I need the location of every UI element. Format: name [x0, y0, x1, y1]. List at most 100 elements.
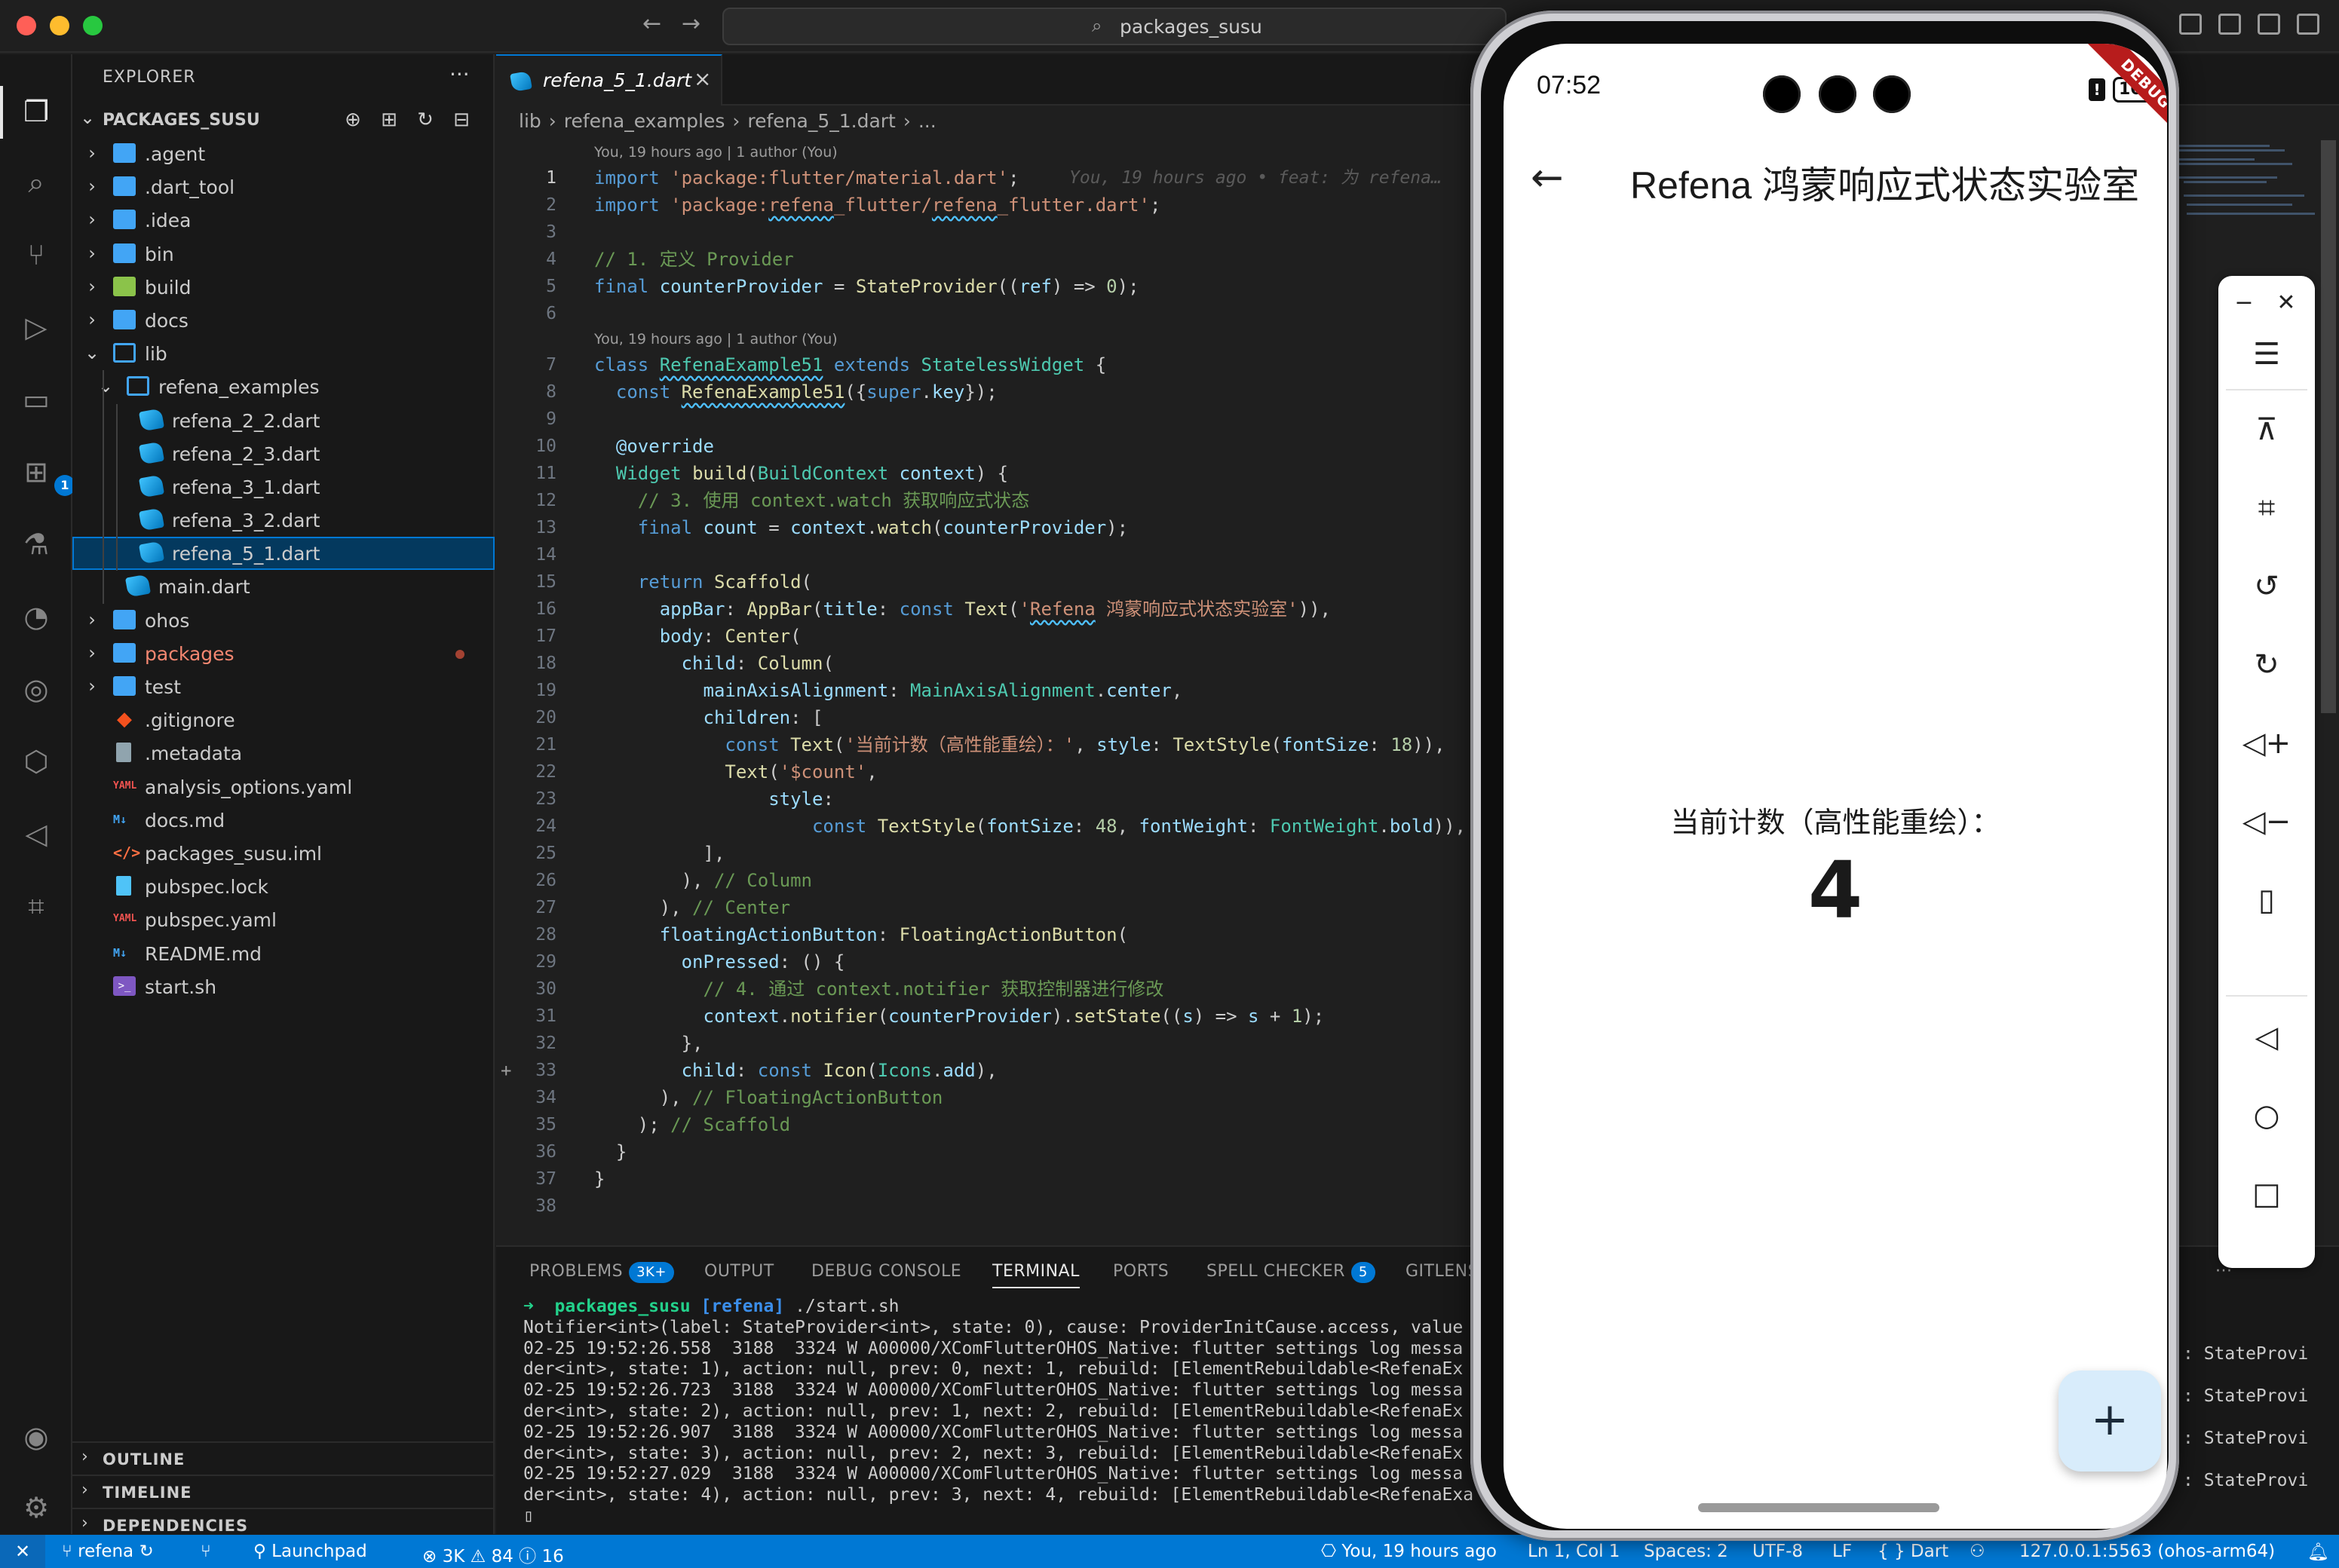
tree-item[interactable]: › build — [72, 271, 495, 304]
panel-tab-problems[interactable]: PROBLEMS 3K+ — [529, 1262, 674, 1283]
tree-item[interactable]: › .dart_tool — [72, 170, 495, 204]
rotate-right-icon[interactable]: ↻ — [2241, 639, 2292, 691]
command-center-search[interactable]: ⌕ packages_susu — [722, 8, 1507, 45]
copilot-icon[interactable]: ⚇ — [1970, 1542, 1985, 1561]
window-maximize-button[interactable] — [83, 16, 103, 35]
panel-tab-spell-checker[interactable]: SPELL CHECKER 5 — [1206, 1262, 1375, 1283]
account-icon[interactable]: ◉ — [18, 1419, 54, 1455]
volume-up-icon[interactable]: ◁+ — [2241, 718, 2292, 769]
tree-item[interactable]: pubspec.lock — [72, 870, 495, 903]
tree-item[interactable]: M↓ README.md — [72, 937, 495, 970]
recents-nav-icon[interactable]: □ — [2241, 1168, 2292, 1220]
remote-indicator[interactable]: ✕ — [0, 1535, 45, 1568]
device-selector[interactable]: 127.0.0.1:5563 (ohos-arm64) — [2019, 1542, 2275, 1561]
cursor-position[interactable]: Ln 1, Col 1 — [1528, 1542, 1620, 1561]
gutter-add-icon[interactable]: + — [501, 1057, 511, 1084]
nav-forward-button[interactable]: → — [682, 11, 700, 37]
home-indicator[interactable] — [1698, 1503, 1939, 1512]
workspace-root[interactable]: ⌄ PACKAGES_SUSU ⊕ ⊞ ↻ ⊟ — [72, 104, 495, 137]
launchpad-status[interactable]: ⚲ Launchpad — [253, 1542, 367, 1561]
tree-item[interactable]: main.dart — [72, 570, 495, 603]
testing-flask-icon[interactable]: ⚗ — [18, 526, 54, 562]
crop-icon[interactable]: ⌗ — [2241, 482, 2292, 534]
panel-tab-debug-console[interactable]: DEBUG CONSOLE — [811, 1262, 961, 1281]
window-minimize-button[interactable] — [50, 16, 69, 35]
blame-status[interactable]: ⎔ You, 19 hours ago — [1321, 1542, 1497, 1561]
menu-icon[interactable]: ☰ — [2241, 329, 2292, 380]
back-nav-icon[interactable]: ◁ — [2241, 1012, 2292, 1063]
tree-item[interactable]: › docs — [72, 304, 495, 337]
run-debug-icon[interactable]: ▷ — [18, 309, 54, 345]
close-icon[interactable]: × — [694, 66, 711, 91]
rotate-left-icon[interactable]: ↺ — [2241, 561, 2292, 612]
phone-screen[interactable]: 07:52 ! 100 DEBUG ← Refena 鸿蒙响应式状态实验室 当前… — [1504, 44, 2167, 1529]
end-of-line[interactable]: LF — [1832, 1542, 1852, 1561]
language-mode[interactable]: { } Dart — [1878, 1542, 1948, 1561]
close-icon[interactable]: ✕ — [2264, 277, 2309, 329]
gitlens-inspect-icon[interactable]: ◎ — [18, 671, 54, 707]
tree-item[interactable]: YAML pubspec.yaml — [72, 903, 495, 936]
tree-item[interactable]: .metadata — [72, 737, 495, 770]
source-control-icon[interactable]: ⑂ — [18, 237, 54, 273]
codelens-blame[interactable]: You, 19 hours ago | 1 author (You) — [496, 140, 1499, 164]
containers-icon[interactable]: ⬡ — [18, 743, 54, 779]
breadcrumb-item[interactable]: refena_5_1.dart — [747, 110, 895, 132]
explorer-files-icon[interactable]: ❐ — [18, 93, 54, 130]
gitlens-status-icon[interactable]: ⑂ — [201, 1542, 211, 1561]
outline-section[interactable]: › OUTLINE — [72, 1441, 495, 1475]
panel-tab-ports[interactable]: PORTS — [1113, 1262, 1169, 1281]
customize-layout-icon[interactable] — [2179, 14, 2202, 35]
tree-item[interactable]: refena_2_2.dart — [72, 404, 495, 437]
add-fab-button[interactable]: + — [2059, 1370, 2161, 1472]
tree-item[interactable]: › .idea — [72, 204, 495, 237]
tree-item[interactable]: </> packages_susu.iml — [72, 837, 495, 870]
toggle-secondary-sidebar-icon[interactable] — [2297, 14, 2319, 35]
tab-refena-5-1[interactable]: refena_5_1.dart × — [496, 54, 722, 106]
volume-down-icon[interactable]: ◁− — [2241, 796, 2292, 847]
notifications-bell-icon[interactable]: 🔔︎ — [2307, 1542, 2329, 1562]
toggle-panel-icon[interactable] — [2258, 14, 2280, 35]
pin-off-icon[interactable]: ⊼ — [2241, 404, 2292, 455]
gitlens-icon[interactable]: ◔ — [18, 599, 54, 635]
refresh-icon[interactable]: ↻ — [415, 109, 436, 130]
back-arrow-icon[interactable]: ← — [1531, 155, 1564, 201]
breadcrumb-item[interactable]: lib — [519, 110, 541, 132]
tree-item[interactable]: YAML analysis_options.yaml — [72, 770, 495, 804]
indentation[interactable]: Spaces: 2 — [1644, 1542, 1728, 1561]
tree-item[interactable]: M↓ docs.md — [72, 804, 495, 837]
encoding[interactable]: UTF-8 — [1752, 1542, 1803, 1561]
breadcrumb-item[interactable]: refena_examples — [564, 110, 725, 132]
panel-tab-output[interactable]: OUTPUT — [704, 1262, 774, 1281]
flutter-icon[interactable]: ◁ — [18, 816, 54, 852]
collapse-all-icon[interactable]: ⊟ — [451, 109, 472, 130]
breadcrumb-item[interactable]: ... — [918, 110, 937, 132]
tree-item[interactable]: › packages — [72, 637, 495, 670]
panel-tab-terminal[interactable]: TERMINAL — [992, 1262, 1080, 1288]
tree-item[interactable]: › test — [72, 670, 495, 703]
remote-explorer-icon[interactable]: ▭ — [18, 381, 54, 418]
nav-back-button[interactable]: ← — [642, 11, 661, 37]
scan-icon[interactable]: ⌗ — [18, 888, 54, 924]
tree-item[interactable]: ⌄ refena_examples — [72, 370, 495, 403]
timeline-section[interactable]: › TIMELINE — [72, 1475, 495, 1508]
settings-gear-icon[interactable]: ⚙ — [18, 1490, 54, 1526]
window-close-button[interactable] — [17, 16, 36, 35]
new-folder-icon[interactable]: ⊞ — [379, 109, 400, 130]
tree-item[interactable]: >_ start.sh — [72, 970, 495, 1003]
toggle-sidebar-icon[interactable] — [2218, 14, 2241, 35]
explorer-more-button[interactable]: ··· — [449, 62, 470, 87]
minimap[interactable] — [2179, 140, 2330, 231]
codelens-blame[interactable]: You, 19 hours ago | 1 author (You) — [496, 327, 1499, 351]
problems-status[interactable]: ⊗ 3K ⚠ 84 ⓘ 16 — [422, 1542, 564, 1567]
search-icon[interactable]: ⌕ — [18, 164, 54, 201]
tree-item[interactable]: › bin — [72, 237, 495, 271]
tree-item[interactable]: › .agent — [72, 137, 495, 170]
tree-item[interactable]: refena_5_1.dart — [72, 537, 495, 571]
home-nav-icon[interactable]: ○ — [2241, 1090, 2292, 1141]
tree-item[interactable]: ◆ .gitignore — [72, 703, 495, 737]
new-file-icon[interactable]: ⊕ — [342, 109, 363, 130]
code-editor[interactable]: You, 19 hours ago | 1 author (You) 1 impor… — [496, 140, 1499, 1220]
branch-indicator[interactable]: ⑂ refena ↻ — [62, 1542, 154, 1561]
tree-item[interactable]: refena_2_3.dart — [72, 437, 495, 470]
editor-scrollbar[interactable] — [2321, 140, 2336, 713]
